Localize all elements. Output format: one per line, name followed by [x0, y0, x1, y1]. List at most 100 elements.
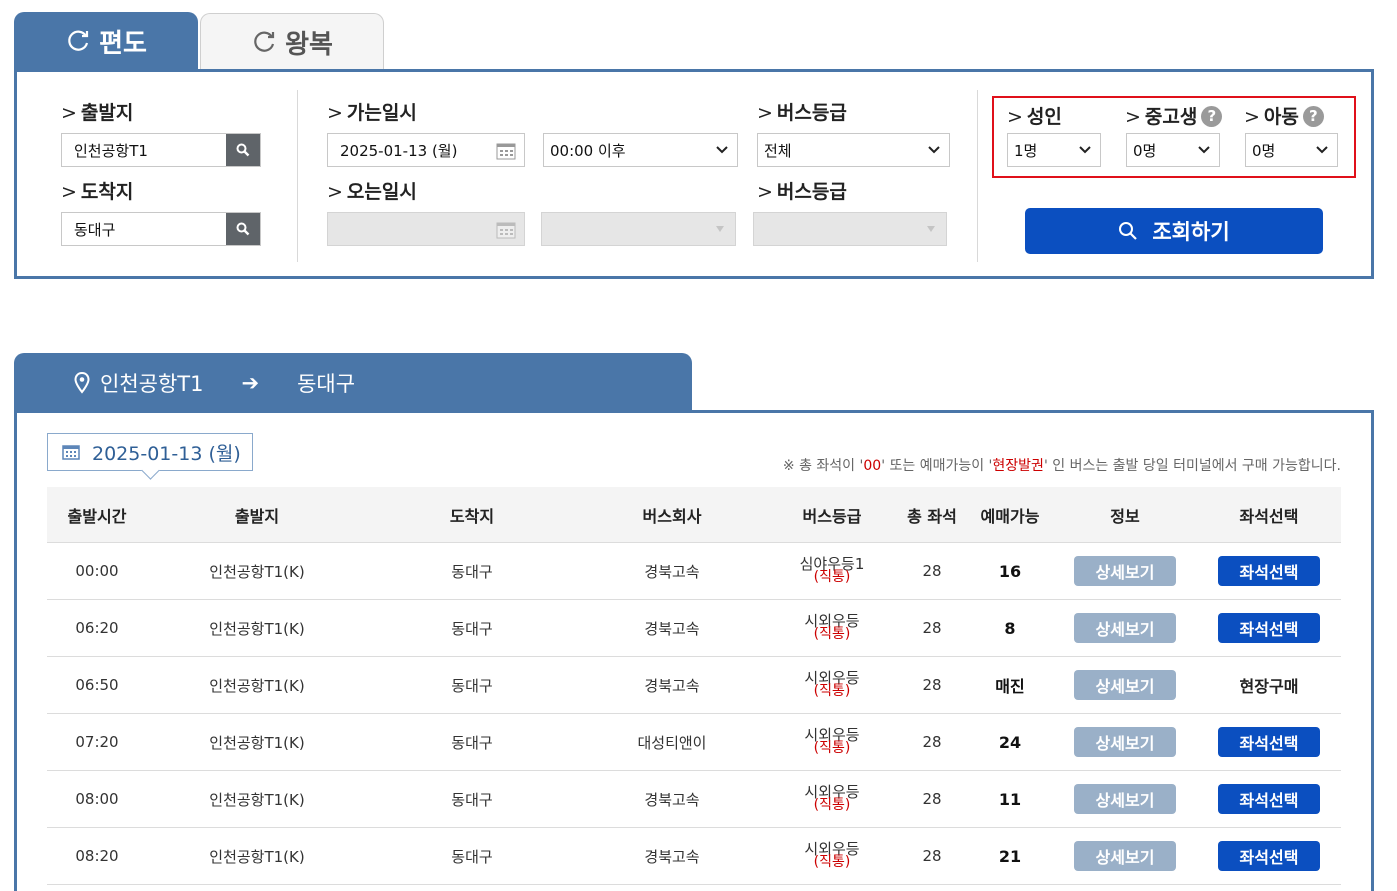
cell-seat-select: 현장구매	[1197, 657, 1341, 713]
tab-roundtrip[interactable]: 왕복	[200, 13, 384, 70]
cell-departure: 인천공항T1(K)	[209, 790, 305, 809]
cell-available: 21	[998, 846, 1022, 866]
help-icon[interactable]: ?	[1302, 105, 1324, 127]
search-panel: > 출발지 인천공항T1 > 도착지 동대구 > 가는일시 2025-01-13 (월…	[14, 69, 1374, 279]
departure-field[interactable]: 인천공항T1	[61, 133, 261, 167]
cell-bus-company: 경북고속	[644, 676, 700, 695]
cell-seat-select: 좌석선택	[1197, 771, 1341, 827]
cell-departure-time: 07:20	[75, 733, 119, 751]
cell-total-seats: 28	[922, 676, 942, 694]
cell-seat-select: 좌석선택	[1197, 600, 1341, 656]
seat-select-button[interactable]: 좌석선택	[1218, 613, 1320, 643]
cell-bus-grade: 시외우등 (직통)	[767, 600, 897, 656]
table-row: 06:20 인천공항T1(K) 동대구 경북고속 시외우등 (직통) 28 8 상세보기 좌석선택	[47, 600, 1341, 657]
cell-available: 16	[998, 561, 1022, 581]
results-panel: 2025-01-13 (월) ※ 총 좌석이 '00' 또는 예매가능이 '현장…	[14, 410, 1374, 891]
tab-roundtrip-label: 왕복	[285, 29, 333, 60]
bus-grade-route-type: (직통)	[813, 626, 851, 642]
departure-search-button[interactable]	[226, 134, 260, 166]
chevron-down-icon	[1316, 146, 1328, 154]
cell-info: 상세보기	[1053, 771, 1197, 827]
tab-oneway-label: 편도	[99, 28, 147, 59]
results-table: 출발시간 출발지 도착지 버스회사 버스등급 총 좌석 예매가능 정보 좌석선택 00:00 인천…	[47, 487, 1341, 885]
cell-departure: 인천공항T1(K)	[209, 619, 305, 638]
seat-select-button[interactable]: 좌석선택	[1218, 556, 1320, 586]
cell-info: 상세보기	[1053, 828, 1197, 884]
trip-type-tabs: 편도 왕복	[14, 12, 394, 70]
column-header: 출발시간	[67, 506, 127, 526]
search-icon	[236, 222, 250, 236]
cell-bus-grade: 시외우등 (직통)	[767, 828, 897, 884]
cell-arrival: 동대구	[451, 733, 493, 752]
detail-button[interactable]: 상세보기	[1074, 556, 1176, 586]
cell-departure-time: 08:20	[75, 847, 119, 865]
cell-total-seats: 28	[922, 733, 942, 751]
column-header: 버스등급	[802, 506, 862, 526]
bus-grade-route-type: (직통)	[813, 569, 851, 585]
cell-bus-grade: 시외우등 (직통)	[767, 714, 897, 770]
search-icon	[236, 143, 250, 157]
detail-button[interactable]: 상세보기	[1074, 613, 1176, 643]
cell-bus-company: 경북고속	[644, 619, 700, 638]
arrival-search-button[interactable]	[226, 213, 260, 245]
cell-bus-company: 대성티앤이	[637, 733, 707, 752]
seat-select-button[interactable]: 좌석선택	[1218, 784, 1320, 814]
query-button[interactable]: 조회하기	[1025, 208, 1323, 254]
detail-button[interactable]: 상세보기	[1074, 727, 1176, 757]
chevron-down-icon	[1079, 146, 1091, 154]
onsite-purchase-text: 현장구매	[1239, 677, 1299, 696]
cell-info: 상세보기	[1053, 714, 1197, 770]
cell-info: 상세보기	[1053, 657, 1197, 713]
detail-button[interactable]: 상세보기	[1074, 670, 1176, 700]
arrival-field[interactable]: 동대구	[61, 212, 261, 246]
query-button-label: 조회하기	[1152, 220, 1230, 244]
divider	[977, 90, 978, 262]
return-bus-grade-label: > 버스등급	[757, 181, 847, 203]
return-datetime-label: > 오는일시	[327, 181, 417, 203]
chevron-down-icon	[1198, 146, 1210, 154]
cell-total-seats: 28	[922, 847, 942, 865]
bus-grade-route-type: (직통)	[813, 797, 851, 813]
arrival-label: > 도착지	[61, 181, 134, 203]
calendar-icon[interactable]	[496, 142, 516, 160]
divider	[297, 90, 298, 262]
table-row: 00:00 인천공항T1(K) 동대구 경북고속 심야우등1 (직통) 28 16 상세보기 좌석…	[47, 543, 1341, 600]
chevron-down-icon	[716, 146, 728, 154]
calendar-icon	[62, 445, 80, 460]
cell-arrival: 동대구	[451, 619, 493, 638]
cell-bus-company: 경북고속	[644, 790, 700, 809]
cell-bus-company: 경북고속	[644, 562, 700, 581]
route-from: 인천공항T1	[100, 372, 204, 396]
go-date-field[interactable]: 2025-01-13 (월)	[327, 133, 525, 167]
go-time-value: 00:00 이후	[550, 141, 626, 160]
cell-info: 상세보기	[1053, 600, 1197, 656]
adult-label: > 성인	[1007, 106, 1062, 128]
seat-select-button[interactable]: 좌석선택	[1218, 841, 1320, 871]
column-header: 총 좌석	[907, 506, 957, 526]
bus-grade-route-type: (직통)	[813, 683, 851, 699]
arrival-value: 동대구	[74, 220, 116, 239]
teen-count-select[interactable]: 0명	[1126, 133, 1220, 167]
cell-seat-select: 좌석선택	[1197, 714, 1341, 770]
help-icon[interactable]: ?	[1201, 105, 1223, 127]
bus-grade-route-type: (직통)	[813, 854, 851, 870]
teen-label: > 중고생?	[1125, 102, 1223, 129]
detail-button[interactable]: 상세보기	[1074, 784, 1176, 814]
seat-select-button[interactable]: 좌석선택	[1218, 727, 1320, 757]
go-time-select[interactable]: 00:00 이후	[543, 133, 738, 167]
bus-grade-select[interactable]: 전체	[757, 133, 950, 167]
cell-departure-time: 00:00	[75, 562, 119, 580]
child-label: > 아동?	[1244, 102, 1324, 129]
cell-departure: 인천공항T1(K)	[209, 847, 305, 866]
cell-seat-select: 좌석선택	[1197, 543, 1341, 599]
return-date-field	[327, 212, 525, 246]
adult-count-select[interactable]: 1명	[1007, 133, 1101, 167]
child-count-select[interactable]: 0명	[1245, 133, 1338, 167]
detail-button[interactable]: 상세보기	[1074, 841, 1176, 871]
notice-text: ※ 총 좌석이 '00' 또는 예매가능이 '현장발권' 인 버스는 출발 당일…	[782, 458, 1341, 474]
table-header: 출발시간 출발지 도착지 버스회사 버스등급 총 좌석 예매가능 정보 좌석선택	[47, 487, 1341, 543]
cell-available: 8	[1004, 618, 1016, 638]
tab-oneway[interactable]: 편도	[14, 12, 198, 70]
column-header: 버스회사	[642, 506, 702, 526]
column-header: 예매가능	[980, 506, 1040, 526]
